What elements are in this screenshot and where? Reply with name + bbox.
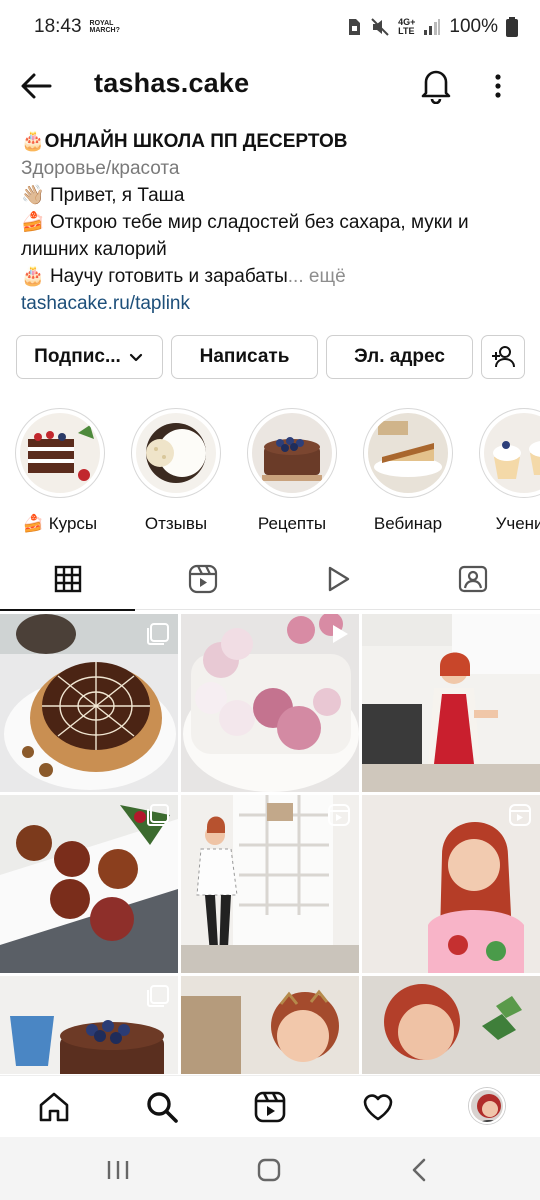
- battery-percent: 100%: [449, 16, 498, 37]
- more-vertical-icon[interactable]: [484, 68, 512, 104]
- bio-category: Здоровье/красота: [21, 158, 180, 179]
- post-thumbnail[interactable]: [0, 976, 178, 1074]
- signal-icon: [424, 19, 441, 35]
- suggested-users-button[interactable]: [481, 335, 525, 379]
- add-person-icon: [492, 346, 515, 368]
- post-grid: [0, 614, 540, 1074]
- highlight-ring: [247, 408, 337, 498]
- bio-more-link[interactable]: ещё: [309, 266, 346, 287]
- post-thumbnail[interactable]: [362, 614, 540, 792]
- tab-reels[interactable]: [135, 548, 270, 610]
- story-highlights: 🍰 Курсы Отзывы Рецепты Вебинар Учени: [0, 408, 540, 533]
- cake-emoji-icon: 🎂: [21, 131, 45, 152]
- profile-avatar[interactable]: [469, 1088, 505, 1124]
- post-thumbnail[interactable]: [0, 614, 178, 792]
- home-icon[interactable]: [37, 1090, 71, 1124]
- tab-tagged[interactable]: [405, 548, 540, 610]
- tab-videos[interactable]: [270, 548, 405, 610]
- email-button[interactable]: Эл. адрес: [326, 335, 473, 379]
- reel-play-icon: [333, 625, 348, 643]
- highlight-webinar[interactable]: Вебинар: [358, 408, 458, 533]
- carousel-icon: [147, 985, 169, 1007]
- highlight-thumbnail: [252, 413, 332, 493]
- reels-icon[interactable]: [253, 1090, 287, 1124]
- recent-apps-icon[interactable]: [105, 1157, 131, 1183]
- highlight-students[interactable]: Ученич: [474, 408, 540, 533]
- highlight-thumbnail: [368, 413, 448, 493]
- back-button-icon[interactable]: [407, 1157, 433, 1183]
- tab-grid[interactable]: [0, 548, 135, 611]
- carrier-logo: ROYAL MARCH?: [89, 20, 120, 34]
- cake-emoji-icon: 🎂: [21, 266, 45, 287]
- status-bar: 18:43 ROYAL MARCH? 4G+ LTE 100%: [0, 0, 540, 54]
- bio-line: 👋🏼 Привет, я Таша: [21, 185, 185, 206]
- home-button-icon[interactable]: [256, 1157, 282, 1183]
- post-thumbnail[interactable]: [181, 795, 359, 973]
- post-thumbnail[interactable]: [0, 795, 178, 973]
- bio-website-link[interactable]: tashacake.ru/taplink: [21, 290, 521, 317]
- highlight-ring: [131, 408, 221, 498]
- cake-slice-emoji-icon: 🍰: [22, 514, 45, 533]
- highlight-ring: [15, 408, 105, 498]
- following-button[interactable]: Подпис...: [16, 335, 163, 379]
- post-image: [362, 976, 540, 1074]
- highlight-label: Вебинар: [373, 514, 443, 533]
- back-arrow-icon[interactable]: [18, 68, 54, 104]
- highlight-thumbnail: [136, 413, 216, 493]
- wave-emoji-icon: 👋🏼: [21, 185, 45, 206]
- post-thumbnail[interactable]: [362, 795, 540, 973]
- highlight-label: Ученич: [495, 514, 540, 533]
- tagged-icon: [458, 565, 487, 593]
- reels-icon: [188, 564, 217, 594]
- post-image: [181, 976, 359, 1074]
- highlight-thumbnail: [20, 413, 100, 493]
- message-button[interactable]: Написать: [171, 335, 318, 379]
- post-image: [362, 614, 540, 792]
- bio-line: 🎂 Научу готовить и зарабаты... ещё: [21, 266, 346, 287]
- bell-icon[interactable]: [418, 66, 454, 104]
- highlight-label: Рецепты: [257, 514, 327, 533]
- profile-username: tashas.cake: [94, 68, 250, 98]
- post-thumbnail[interactable]: [362, 976, 540, 1074]
- avatar-image: [471, 1090, 503, 1122]
- highlight-label: 🍰 Курсы: [22, 514, 98, 533]
- carousel-icon: [147, 804, 169, 826]
- highlight-reviews[interactable]: Отзывы: [126, 408, 226, 533]
- highlight-thumbnail: [484, 413, 540, 493]
- cake-slice-emoji-icon: 🍰: [21, 212, 45, 233]
- reels-icon: [328, 804, 350, 826]
- bio-ellipsis: ...: [287, 266, 304, 287]
- network-type: 4G+ LTE: [398, 17, 416, 36]
- reels-icon: [509, 804, 531, 826]
- bio-name: ОНЛАЙН ШКОЛА ПП ДЕСЕРТОВ: [44, 131, 348, 152]
- highlight-ring: [479, 408, 540, 498]
- chevron-down-icon: [129, 353, 142, 362]
- highlight-label: Отзывы: [144, 514, 208, 533]
- play-icon: [328, 566, 349, 592]
- battery-icon: [506, 17, 518, 37]
- system-navigation-bar: [0, 1137, 540, 1200]
- highlight-ring: [363, 408, 453, 498]
- profile-actions: Подпис... Написать Эл. адрес: [16, 335, 525, 379]
- profile-bio: 🎂ОНЛАЙН ШКОЛА ПП ДЕСЕРТОВ Здоровье/красо…: [21, 128, 521, 317]
- post-thumbnail[interactable]: [181, 976, 359, 1074]
- carousel-icon: [147, 623, 169, 645]
- profile-tabs: [0, 548, 540, 611]
- bio-name-line: 🎂ОНЛАЙН ШКОЛА ПП ДЕСЕРТОВ: [21, 128, 521, 155]
- profile-header: tashas.cake: [0, 54, 540, 118]
- search-icon[interactable]: [145, 1090, 179, 1124]
- grid-icon: [54, 565, 81, 593]
- highlight-courses[interactable]: 🍰 Курсы: [10, 408, 110, 533]
- status-time: 18:43: [34, 16, 82, 37]
- bio-line: 🍰 Открою тебе мир сладостей без сахара, …: [21, 212, 469, 260]
- bottom-navigation: [0, 1075, 540, 1137]
- mute-icon: [371, 18, 389, 36]
- highlight-recipes[interactable]: Рецепты: [242, 408, 342, 533]
- sim-lock-icon: [349, 19, 361, 35]
- heart-icon[interactable]: [361, 1090, 395, 1124]
- post-thumbnail[interactable]: [181, 614, 359, 792]
